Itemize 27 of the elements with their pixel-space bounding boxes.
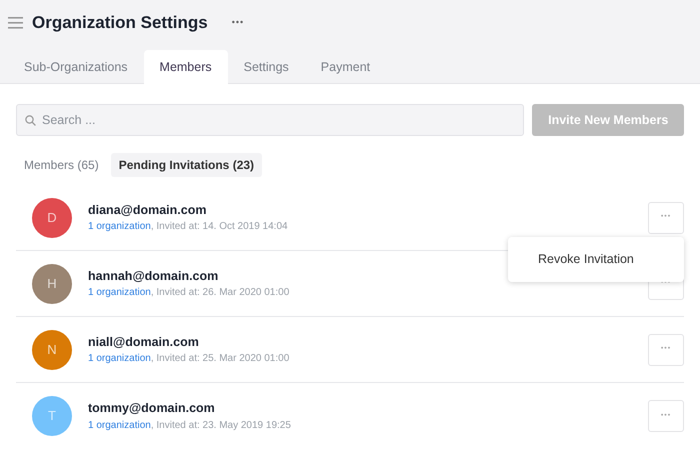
tab[interactable]: Payment: [304, 50, 386, 84]
email-text: niall@domain.com: [88, 334, 200, 351]
organization-link[interactable]: 1 organization: [88, 353, 151, 364]
avatar: N: [32, 330, 72, 370]
tab[interactable]: Sub-Organizations: [8, 50, 144, 84]
avatar: T: [32, 396, 72, 436]
email-text: hannah@domain.com: [88, 268, 220, 285]
invitation-details: 1 organization, Invited at: 25. Mar 2020 01:00: [88, 352, 290, 366]
email-text: tommy@domain.com: [88, 400, 216, 418]
tab[interactable]: Settings: [228, 50, 305, 84]
organization-link[interactable]: 1 organization: [88, 287, 151, 298]
search-field[interactable]: Search ...: [16, 104, 524, 136]
menu-item[interactable]: Revoke Invitation: [508, 244, 684, 275]
organization-link[interactable]: 1 organization: [88, 221, 151, 232]
avatar: D: [32, 198, 72, 238]
filter-tab[interactable]: Members (65): [16, 153, 107, 177]
email-text: diana@domain.com: [88, 202, 208, 219]
menu-icon[interactable]: [8, 16, 24, 30]
invitation-details: 1 organization, Invited at: 14. Oct 2019 14:04: [88, 220, 289, 234]
page-title: Organization Settings: [32, 12, 208, 34]
tab[interactable]: Members: [144, 50, 228, 84]
organization-link[interactable]: 1 organization: [88, 420, 151, 431]
invitation-details: 1 organization, Invited at: 26. Mar 2020 01:00: [88, 286, 290, 300]
more-button[interactable]: •••: [232, 16, 244, 30]
invitation-details: 1 organization, Invited at: 23. May 2019 19:25: [88, 418, 292, 433]
avatar: H: [32, 264, 72, 304]
filter-tab[interactable]: Pending Invitations (23): [110, 153, 262, 177]
